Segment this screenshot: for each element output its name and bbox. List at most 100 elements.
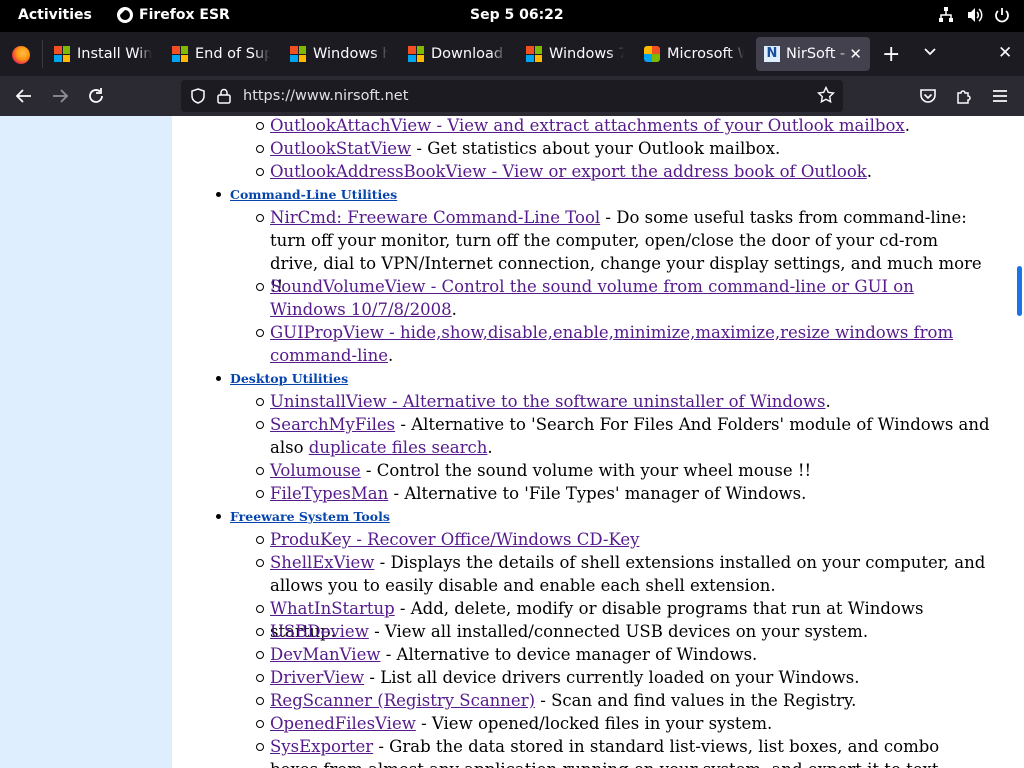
list-item: UninstallView - Alternative to the softw… bbox=[256, 390, 990, 413]
tracking-protection-shield-icon[interactable] bbox=[190, 88, 206, 108]
shellexview-link[interactable]: ShellExView bbox=[270, 553, 374, 572]
list-item: ShellExView - Displays the details of sh… bbox=[256, 551, 990, 597]
close-tab-icon[interactable]: ✕ bbox=[849, 45, 862, 63]
item-description: - View opened/locked files in your syste… bbox=[415, 714, 773, 733]
forward-arrow-icon[interactable] bbox=[48, 84, 72, 108]
pocket-icon[interactable] bbox=[916, 84, 940, 108]
app-name: Firefox ESR bbox=[139, 7, 230, 23]
activities-button[interactable]: Activities bbox=[18, 7, 92, 23]
item-description: - Control the sound volume with your whe… bbox=[360, 461, 812, 480]
sysexporter-link[interactable]: SysExporter bbox=[270, 737, 373, 756]
tab-windows-help[interactable]: Windows help bbox=[290, 37, 388, 71]
section-bullet bbox=[216, 376, 221, 381]
hamburger-menu-icon[interactable] bbox=[988, 84, 1012, 108]
outlookstatview-link[interactable]: OutlookStatView bbox=[270, 139, 411, 158]
list-item: SysExporter - Grab the data stored in st… bbox=[256, 735, 990, 768]
list-item: OutlookStatView - Get statistics about y… bbox=[256, 137, 990, 160]
outlookattachview-link[interactable]: OutlookAttachView - View and extract att… bbox=[270, 116, 905, 135]
lock-icon[interactable] bbox=[217, 88, 231, 108]
nircmd-link[interactable]: NirCmd: Freeware Command-Line Tool bbox=[270, 208, 600, 227]
list-item: RegScanner (Registry Scanner) - Scan and… bbox=[256, 689, 990, 712]
microsoft-logo-icon bbox=[290, 46, 306, 62]
item-description: . bbox=[825, 392, 831, 411]
tab-install-windows[interactable]: Install Windows bbox=[54, 37, 152, 71]
list-item: Volumouse - Control the sound volume wit… bbox=[256, 459, 990, 482]
produkey-link[interactable]: ProduKey - Recover Office/Windows CD-Key bbox=[270, 530, 639, 549]
section-desktop-utilities[interactable]: Desktop Utilities bbox=[230, 371, 348, 386]
tab-nirsoft-active[interactable]: N NirSoft - ✕ bbox=[756, 37, 870, 71]
microsoft-logo-icon bbox=[526, 46, 542, 62]
item-description: - List all device drivers currently load… bbox=[364, 668, 860, 687]
whatinstartup-link[interactable]: WhatInStartup bbox=[270, 599, 395, 618]
firefox-view-icon[interactable] bbox=[12, 46, 30, 64]
microsoft-logo-icon bbox=[172, 46, 188, 62]
item-description: . bbox=[388, 346, 394, 365]
openedfilesview-link[interactable]: OpenedFilesView bbox=[270, 714, 416, 733]
tab-end-of-support[interactable]: End of Support bbox=[172, 37, 270, 71]
item-description: . bbox=[451, 300, 457, 319]
list-item: SearchMyFiles - Alternative to 'Search F… bbox=[256, 413, 990, 459]
soundvolumeview-link[interactable]: SoundVolumeView - Control the sound volu… bbox=[270, 277, 914, 319]
list-item: SoundVolumeView - Control the sound volu… bbox=[256, 275, 990, 321]
web-page: OutlookAttachView - View and extract att… bbox=[0, 116, 1024, 768]
tab-strip: Install Windows End of Support Windows h… bbox=[0, 32, 1024, 76]
section-bullet bbox=[216, 514, 221, 519]
usbdeview-link[interactable]: USBDeview bbox=[270, 622, 369, 641]
page-scrollbar-thumb[interactable] bbox=[1017, 266, 1022, 316]
tab-divider bbox=[42, 40, 43, 68]
devmanview-link[interactable]: DevManView bbox=[270, 645, 380, 664]
app-menu[interactable]: Firefox ESR bbox=[117, 7, 230, 23]
tab-windows-7[interactable]: Windows 7 bbox=[526, 37, 624, 71]
extensions-puzzle-icon[interactable] bbox=[952, 84, 976, 108]
navigation-toolbar: https://www.nirsoft.net bbox=[0, 76, 1024, 116]
list-item: OutlookAttachView - View and extract att… bbox=[256, 116, 990, 137]
tab-label: Windows 7 bbox=[549, 46, 624, 62]
back-arrow-icon[interactable] bbox=[12, 84, 36, 108]
tab-label: Download Windows bbox=[431, 46, 506, 62]
item-description: . bbox=[904, 116, 910, 135]
power-icon[interactable] bbox=[994, 6, 1010, 24]
new-tab-button[interactable]: + bbox=[882, 42, 900, 67]
list-all-tabs-chevron-icon[interactable] bbox=[922, 44, 938, 64]
clock[interactable]: Sep 5 06:22 bbox=[470, 7, 564, 23]
regscanner-link[interactable]: RegScanner (Registry Scanner) bbox=[270, 691, 535, 710]
bookmark-star-icon[interactable] bbox=[816, 85, 836, 108]
searchmyfiles-link[interactable]: SearchMyFiles bbox=[270, 415, 395, 434]
tab-microsoft-windows[interactable]: Microsoft Windows bbox=[644, 37, 744, 71]
network-icon[interactable] bbox=[938, 6, 954, 24]
section-freeware-system-tools[interactable]: Freeware System Tools bbox=[230, 509, 390, 524]
section-command-line-utilities[interactable]: Command-Line Utilities bbox=[230, 187, 397, 202]
system-tray[interactable] bbox=[938, 6, 1010, 24]
gnome-top-bar: Activities Firefox ESR Sep 5 06:22 bbox=[0, 0, 1024, 32]
microsoft-logo-icon bbox=[54, 46, 70, 62]
close-window-icon[interactable]: ✕ bbox=[998, 43, 1012, 63]
list-item: ProduKey - Recover Office/Windows CD-Key bbox=[256, 528, 990, 551]
guipropview-link[interactable]: GUIPropView - hide,show,disable,enable,m… bbox=[270, 323, 953, 365]
address-bar[interactable]: https://www.nirsoft.net bbox=[181, 80, 843, 112]
tab-label: Install Windows bbox=[77, 46, 152, 62]
list-item: FileTypesMan - Alternative to 'File Type… bbox=[256, 482, 990, 505]
reload-icon[interactable] bbox=[84, 84, 108, 108]
outlookaddressbookview-link[interactable]: OutlookAddressBookView - View or export … bbox=[270, 162, 867, 181]
list-item: OpenedFilesView - View opened/locked fil… bbox=[256, 712, 990, 735]
duplicate-files-search-link[interactable]: duplicate files search bbox=[309, 438, 488, 457]
url-text[interactable]: https://www.nirsoft.net bbox=[243, 88, 408, 104]
item-description: . bbox=[487, 438, 493, 457]
section-bullet bbox=[216, 192, 221, 197]
tab-label: Microsoft Windows bbox=[667, 46, 744, 62]
tab-label: NirSoft - bbox=[786, 46, 846, 62]
tab-download-windows[interactable]: Download Windows bbox=[408, 37, 506, 71]
item-description: . bbox=[866, 162, 873, 181]
item-description: - Alternative to 'File Types' manager of… bbox=[388, 484, 807, 503]
microsoft-logo-icon bbox=[408, 46, 424, 62]
volumouse-link[interactable]: Volumouse bbox=[270, 461, 361, 480]
uninstallview-link[interactable]: UninstallView - Alternative to the softw… bbox=[270, 392, 826, 411]
list-item: OutlookAddressBookView - View or export … bbox=[256, 160, 990, 183]
item-description: - View all installed/connected USB devic… bbox=[368, 622, 869, 641]
volume-icon[interactable] bbox=[966, 6, 983, 24]
wiki-favicon-icon bbox=[644, 46, 660, 62]
filetypesman-link[interactable]: FileTypesMan bbox=[270, 484, 388, 503]
driverview-link[interactable]: DriverView bbox=[270, 668, 364, 687]
list-item: GUIPropView - hide,show,disable,enable,m… bbox=[256, 321, 990, 367]
tab-label: End of Support bbox=[195, 46, 270, 62]
